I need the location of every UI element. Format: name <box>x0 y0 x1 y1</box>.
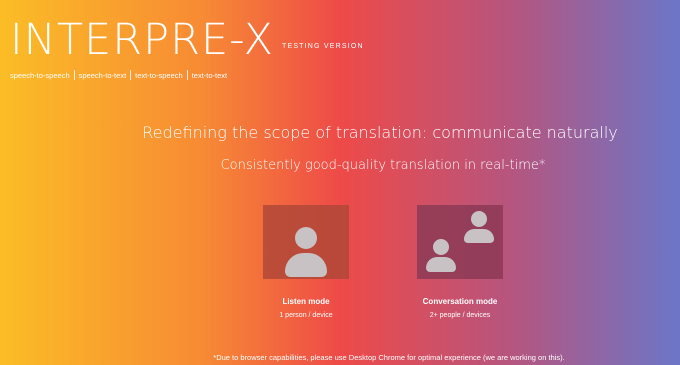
nav-text-to-text[interactable]: text-to-text <box>192 71 227 80</box>
listen-mode-label[interactable]: Listen mode <box>226 297 386 306</box>
translation-modes-nav: speech-to-speech speech-to-text text-to-… <box>10 70 227 80</box>
nav-text-to-speech[interactable]: text-to-speech <box>135 71 183 80</box>
nav-divider <box>73 70 75 80</box>
hero-subheadline: Consistently good-quality translation in… <box>220 158 546 173</box>
listen-mode-description: 1 person / device <box>279 312 333 319</box>
person-icon <box>283 223 329 279</box>
conversation-mode-label[interactable]: Conversation mode <box>380 297 540 306</box>
conversation-mode-description: 2+ people / devices <box>429 312 491 319</box>
nav-divider <box>130 70 132 80</box>
nav-speech-to-text[interactable]: speech-to-text <box>79 71 127 80</box>
app-title: INTERPRE-X <box>10 15 274 65</box>
brand-header: INTERPRE-X TESTING VERSION <box>10 14 364 66</box>
listen-mode-button[interactable] <box>263 205 349 279</box>
people-icon <box>417 205 503 279</box>
browser-compatibility-note: *Due to browser capabilities, please use… <box>213 353 565 362</box>
conversation-mode-button[interactable] <box>417 205 503 279</box>
version-badge: TESTING VERSION <box>281 43 364 50</box>
nav-divider <box>186 70 188 80</box>
nav-speech-to-speech[interactable]: speech-to-speech <box>10 71 70 80</box>
hero-headline: Redefining the scope of translation: com… <box>142 123 618 142</box>
